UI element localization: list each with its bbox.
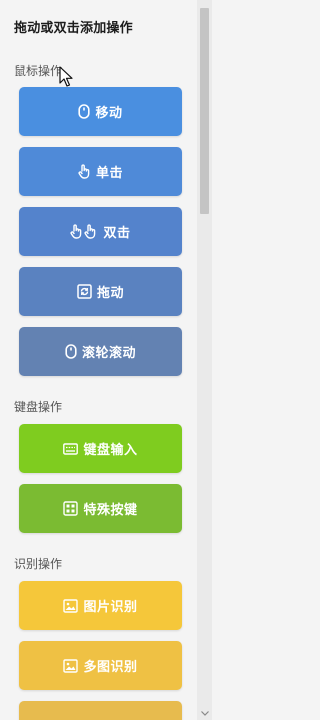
keyboard-icon <box>63 442 79 455</box>
section-label-keyboard: 键盘操作 <box>14 400 63 414</box>
vertical-scrollbar[interactable] <box>197 0 212 720</box>
drag-icon <box>77 284 92 299</box>
section-label-mouse: 鼠标操作 <box>14 64 63 78</box>
click-button[interactable]: 单击 <box>19 147 182 196</box>
move-label: 移动 <box>95 106 123 121</box>
image-recognition-icon <box>63 598 79 613</box>
panel-title: 拖动或双击添加操作 <box>14 21 133 36</box>
scroll-wheel-icon <box>65 344 77 359</box>
move-button[interactable]: 移动 <box>19 87 182 136</box>
action-panel: 拖动或双击添加操作 鼠标操作 移动 单击 双击 拖动 滚轮滚动 键盘操作 键盘输… <box>0 0 196 720</box>
multi-image-recognition-button[interactable]: 多图识别 <box>19 641 182 690</box>
recognition-button-partial[interactable] <box>19 701 182 720</box>
pointer-hand-icon <box>78 164 91 179</box>
special-keys-button[interactable]: 特殊按键 <box>19 484 182 533</box>
special-keys-label: 特殊按键 <box>83 503 138 518</box>
mouse-icon <box>78 104 91 119</box>
drag-button[interactable]: 拖动 <box>19 267 182 316</box>
scroll-down-arrow-icon[interactable] <box>197 706 212 720</box>
scroll-wheel-label: 滚轮滚动 <box>81 346 136 361</box>
double-click-label: 双击 <box>103 226 131 241</box>
double-click-icon <box>70 224 98 239</box>
image-recognition-label: 图片识别 <box>83 600 138 615</box>
scrollbar-thumb[interactable] <box>200 8 209 214</box>
click-label: 单击 <box>95 166 123 181</box>
mouse-cursor-icon <box>59 66 75 88</box>
keyboard-input-label: 键盘输入 <box>83 443 138 458</box>
special-keys-icon <box>63 501 79 516</box>
image-recognition-button[interactable]: 图片识别 <box>19 581 182 630</box>
multi-image-recognition-label: 多图识别 <box>83 660 138 675</box>
section-label-recognition: 识别操作 <box>14 557 63 571</box>
double-click-button[interactable]: 双击 <box>19 207 182 256</box>
scroll-wheel-button[interactable]: 滚轮滚动 <box>19 327 182 376</box>
keyboard-input-button[interactable]: 键盘输入 <box>19 424 182 473</box>
multi-image-recognition-icon <box>63 658 79 673</box>
drag-label: 拖动 <box>96 286 124 301</box>
